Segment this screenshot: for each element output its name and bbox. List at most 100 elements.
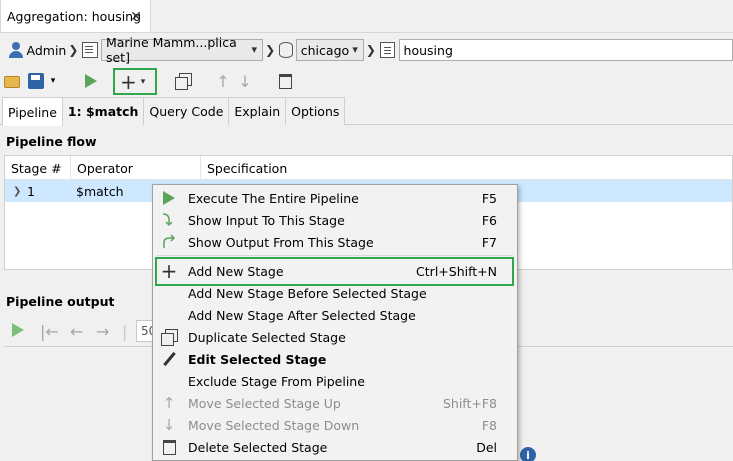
menu-item-execute-pipeline[interactable]: Execute The Entire Pipeline F5: [153, 187, 517, 209]
tab-pipeline[interactable]: Pipeline: [2, 97, 63, 126]
run-pipeline-button[interactable]: [80, 70, 102, 92]
chevron-down-icon: ▾: [352, 43, 358, 56]
document-tab-bar: Aggregation: housing ✕: [0, 0, 733, 33]
menu-item-show-output[interactable]: Show Output From This Stage F7: [153, 231, 517, 253]
arrow-up-icon: ↑: [216, 71, 230, 91]
pipeline-context-menu: Execute The Entire Pipeline F5 Show Inpu…: [152, 184, 518, 461]
column-header-operator[interactable]: Operator: [71, 156, 201, 180]
column-header-stage[interactable]: Stage #: [5, 156, 71, 180]
menu-item-label: Execute The Entire Pipeline: [188, 190, 359, 206]
menu-item-shortcut: F6: [481, 212, 497, 228]
tab-stage-1[interactable]: 1: $match: [61, 97, 145, 125]
database-select-value: chicago: [300, 42, 350, 58]
prev-page-button[interactable]: ←: [70, 322, 83, 341]
tab-label: Options: [291, 104, 340, 119]
menu-item-move-down[interactable]: ↓ Move Selected Stage Down F8: [153, 414, 517, 436]
info-icon[interactable]: i: [520, 447, 536, 461]
table-header: Stage # Operator Specification: [5, 156, 732, 180]
folder-icon: [4, 76, 20, 88]
connection-select[interactable]: Marine Mamm...plica set] ▾: [100, 35, 264, 65]
document-tab-title: Aggregation: housing: [7, 8, 142, 24]
menu-item-label: Move Selected Stage Up: [188, 395, 341, 411]
delete-stage-button[interactable]: [274, 70, 296, 92]
chevron-down-icon: ▾: [251, 43, 258, 56]
menu-item-duplicate[interactable]: Duplicate Selected Stage: [153, 326, 517, 348]
menu-item-move-up[interactable]: ↑ Move Selected Stage Up Shift+F8: [153, 392, 517, 414]
replica-set-icon: [82, 42, 98, 58]
menu-item-add-before[interactable]: Add New Stage Before Selected Stage: [153, 282, 517, 304]
pencil-icon: [160, 350, 178, 368]
database-icon: [279, 42, 293, 58]
play-icon: [85, 74, 97, 88]
play-icon: [160, 189, 178, 207]
menu-item-show-input[interactable]: Show Input To This Stage F6: [153, 209, 517, 231]
first-page-button[interactable]: |←: [40, 322, 59, 341]
run-output-button[interactable]: [12, 323, 24, 337]
tab-options[interactable]: Options: [285, 97, 346, 125]
document-tab-aggregation[interactable]: Aggregation: housing ✕: [0, 0, 151, 33]
aggregation-toolbar: ▾ + ▾ ↑ ↓: [0, 66, 733, 96]
menu-item-label: Show Input To This Stage: [188, 212, 345, 228]
add-stage-button[interactable]: + ▾: [113, 68, 157, 95]
menu-item-label: Add New Stage After Selected Stage: [188, 307, 416, 323]
menu-item-label: Add New Stage Before Selected Stage: [188, 285, 427, 301]
arrow-up-icon: ↑: [162, 394, 176, 412]
menu-item-edit-stage[interactable]: Edit Selected Stage: [153, 348, 517, 370]
menu-item-shortcut: F5: [481, 190, 497, 206]
pipeline-flow-title: Pipeline flow: [6, 134, 97, 149]
plus-icon: +: [120, 69, 137, 94]
next-page-button[interactable]: →: [96, 322, 109, 341]
breadcrumb-separator: ❯: [365, 43, 376, 57]
save-button[interactable]: [26, 70, 48, 92]
show-output-icon: [160, 233, 178, 251]
trash-icon: [278, 73, 292, 89]
duplicate-stage-button[interactable]: [172, 70, 194, 92]
arrow-down-icon: ↓: [238, 71, 252, 91]
tab-query-code[interactable]: Query Code: [143, 97, 230, 125]
trash-icon: [160, 438, 178, 456]
pipeline-output-title: Pipeline output: [6, 294, 115, 309]
duplicate-icon: [175, 73, 192, 90]
collection-field[interactable]: housing: [398, 39, 733, 61]
tab-label: Query Code: [149, 104, 224, 119]
menu-item-shortcut: F8: [481, 417, 497, 433]
move-up-button[interactable]: ↑: [212, 70, 234, 92]
play-icon: [12, 323, 24, 337]
stage-operator: $match: [76, 183, 124, 199]
menu-item-label: Show Output From This Stage: [188, 234, 374, 250]
menu-item-shortcut: Del: [476, 439, 497, 455]
tab-label: 1: $match: [67, 104, 139, 119]
menu-item-add-after[interactable]: Add New Stage After Selected Stage: [153, 304, 517, 326]
tab-explain[interactable]: Explain: [228, 97, 287, 125]
move-down-button[interactable]: ↓: [234, 70, 256, 92]
column-header-specification[interactable]: Specification: [201, 156, 733, 180]
breadcrumb-user[interactable]: Admin: [27, 43, 67, 58]
menu-item-label: Exclude Stage From Pipeline: [188, 373, 365, 389]
tab-label: Explain: [234, 104, 281, 119]
menu-item-label: Edit Selected Stage: [188, 351, 327, 367]
close-tab-icon[interactable]: ✕: [130, 9, 142, 25]
menu-item-shortcut: Shift+F8: [442, 395, 497, 411]
chevron-down-icon: ▾: [140, 76, 146, 87]
menu-item-exclude-stage[interactable]: Exclude Stage From Pipeline: [153, 370, 517, 392]
collection-icon: [379, 42, 395, 58]
aggregation-tabs: Pipeline 1: $match Query Code Explain Op…: [0, 97, 733, 126]
save-dropdown-button[interactable]: ▾: [46, 70, 60, 92]
user-icon: [8, 42, 24, 58]
database-select[interactable]: chicago ▾: [295, 39, 364, 61]
chevron-down-icon: ▾: [50, 76, 56, 86]
menu-item-delete-stage[interactable]: Delete Selected Stage Del: [153, 436, 517, 458]
expand-chevron-icon[interactable]: ❯: [13, 180, 21, 202]
breadcrumb-separator: ❯: [68, 43, 79, 57]
connection-breadcrumb: Admin ❯ Marine Mamm...plica set] ▾ ❯ chi…: [0, 35, 733, 65]
breadcrumb-separator: ❯: [265, 43, 276, 57]
save-icon: [28, 73, 44, 89]
show-input-icon: [160, 211, 178, 229]
arrow-down-icon: ↓: [162, 416, 176, 434]
toolbar-divider: |: [122, 322, 128, 341]
stage-number: 1: [27, 183, 35, 199]
open-button[interactable]: [2, 70, 24, 92]
menu-item-shortcut: F7: [481, 234, 497, 250]
menu-item-label: Delete Selected Stage: [188, 439, 328, 455]
connection-select-value: Marine Mamm...plica set]: [105, 35, 237, 65]
